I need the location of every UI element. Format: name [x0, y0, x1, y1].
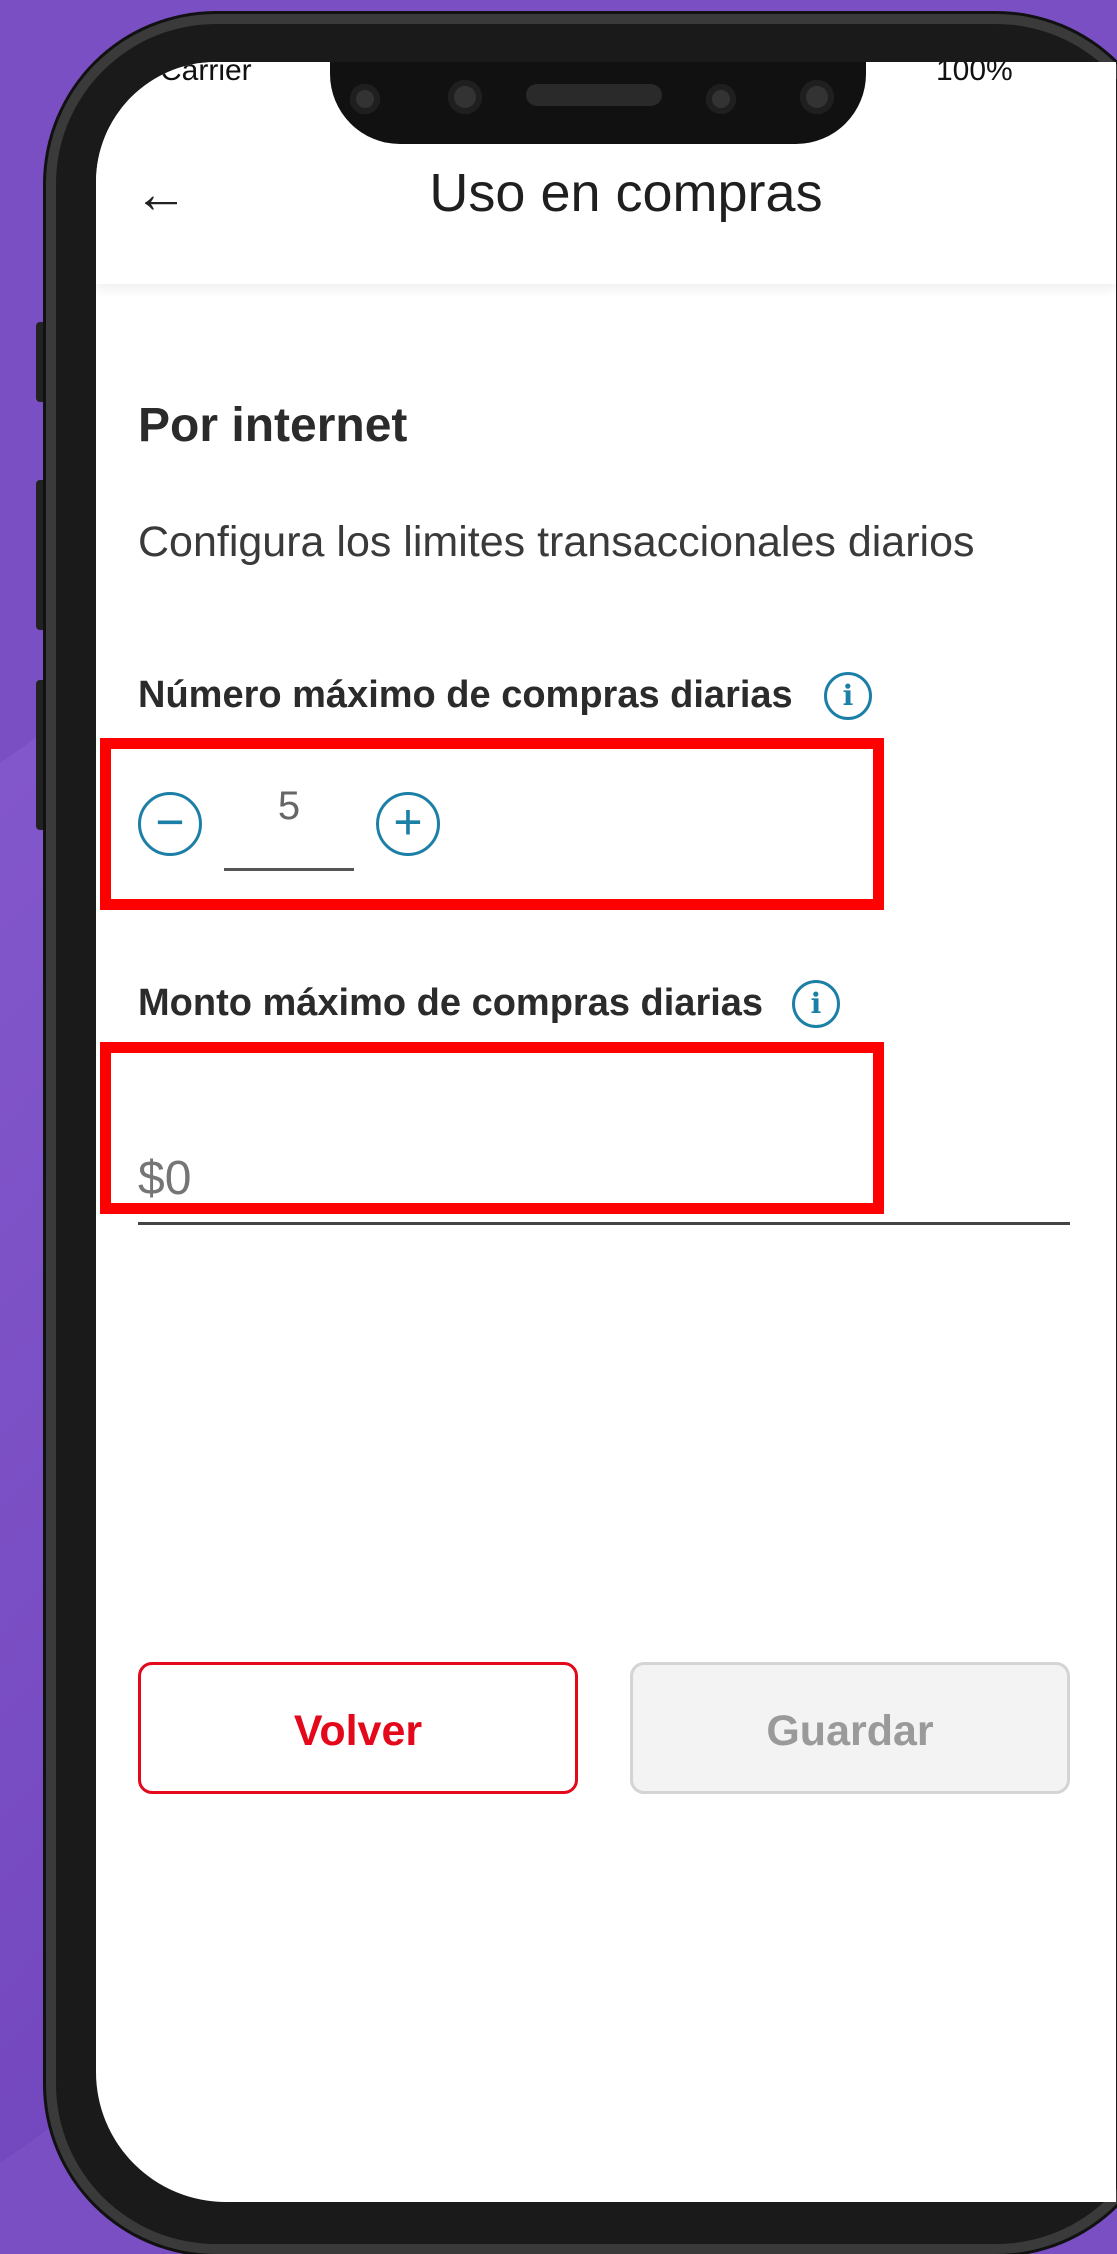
- highlight-box-stepper: [100, 738, 884, 910]
- save-button[interactable]: Guardar: [630, 1662, 1070, 1794]
- back-button[interactable]: Volver: [138, 1662, 578, 1794]
- amount-input[interactable]: [138, 1138, 1068, 1218]
- plus-icon: +: [393, 794, 423, 850]
- carrier-label: Carrier: [160, 62, 252, 87]
- stepper-underline: [224, 868, 354, 871]
- phone-notch: [330, 62, 866, 144]
- camera-lens: [706, 84, 736, 114]
- amount-underline: [138, 1222, 1070, 1225]
- camera-lens: [800, 80, 834, 114]
- sensor-dot: [448, 80, 482, 114]
- decrement-button[interactable]: −: [138, 792, 202, 856]
- section-title: Por internet: [138, 399, 408, 452]
- minus-icon: −: [155, 794, 185, 850]
- page-title: Uso en compras: [429, 163, 823, 223]
- increment-button[interactable]: +: [376, 792, 440, 856]
- earpiece-speaker: [526, 84, 662, 106]
- section-subtitle: Configura los limites transaccionales di…: [138, 518, 975, 566]
- battery-level: 100%: [936, 62, 1013, 87]
- info-icon[interactable]: i: [824, 672, 872, 720]
- purchase-count-value[interactable]: 5: [224, 784, 354, 829]
- info-icon[interactable]: i: [792, 980, 840, 1028]
- max-amount-label: Monto máximo de compras diarias: [138, 982, 764, 1024]
- phone-screen: ← Uso en compras Carrier 100% Por intern…: [96, 62, 1116, 2202]
- sensor-dot: [350, 84, 380, 114]
- max-purchases-label: Número máximo de compras diarias: [138, 674, 793, 716]
